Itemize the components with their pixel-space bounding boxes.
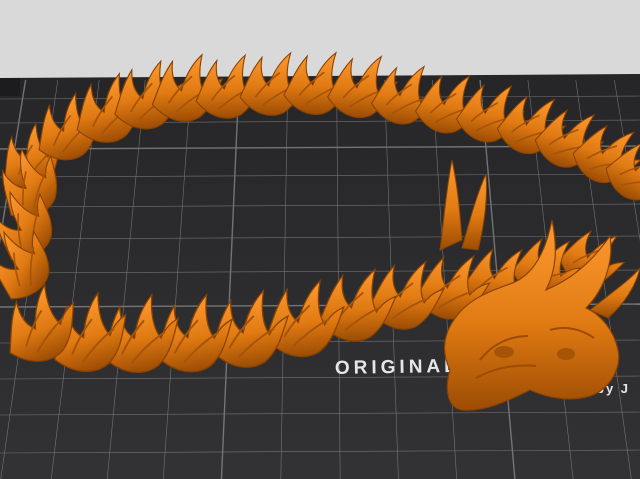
3d-viewport[interactable]: ORIGINAL PRUSA by J xyxy=(0,0,640,479)
print-scene[interactable]: ORIGINAL PRUSA by J xyxy=(0,0,640,479)
